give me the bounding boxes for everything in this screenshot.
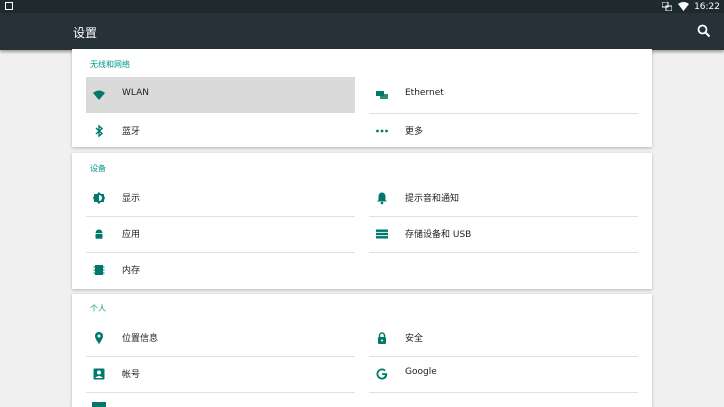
partial-item-icon: [92, 402, 106, 407]
setting-label: 内存: [122, 266, 141, 276]
setting-storage-usb[interactable]: 存储设备和 USB: [369, 216, 638, 252]
section-wireless-networks: 无线和网络 WLAN Ethernet 蓝牙 更多: [72, 49, 652, 147]
section-title: 个人: [90, 304, 106, 313]
google-icon: [375, 367, 389, 381]
setting-label: Google: [405, 367, 437, 377]
app-bar: 设置: [0, 13, 724, 50]
setting-wlan[interactable]: WLAN: [86, 77, 355, 113]
brightness-icon: [92, 191, 106, 205]
status-bar: 16:22: [0, 0, 724, 13]
notification-icon: [5, 2, 13, 10]
setting-ethernet[interactable]: Ethernet: [369, 77, 638, 113]
more-icon: [375, 124, 389, 138]
section-personal: 个人 位置信息 安全 帐号 Google: [72, 294, 652, 407]
page-title: 设置: [73, 26, 98, 40]
setting-bluetooth[interactable]: 蓝牙: [86, 113, 355, 149]
setting-google[interactable]: Google: [369, 356, 638, 392]
section-title: 无线和网络: [90, 60, 130, 69]
setting-label: 蓝牙: [122, 127, 141, 137]
ethernet-icon: [375, 88, 389, 102]
setting-more[interactable]: 更多: [369, 113, 638, 149]
setting-security[interactable]: 安全: [369, 320, 638, 356]
setting-memory[interactable]: 内存: [86, 252, 355, 288]
setting-label: 应用: [122, 230, 141, 240]
setting-label: WLAN: [122, 88, 150, 98]
setting-label: 帐号: [122, 370, 141, 380]
setting-label: 存储设备和 USB: [405, 230, 472, 240]
location-icon: [92, 331, 106, 345]
wifi-icon: [92, 88, 106, 102]
setting-label: 安全: [405, 334, 424, 344]
divider: [369, 392, 638, 393]
setting-accounts[interactable]: 帐号: [86, 356, 355, 392]
setting-label: 显示: [122, 194, 141, 204]
divider: [86, 392, 355, 393]
android-icon: [92, 227, 106, 241]
setting-label: 更多: [405, 127, 424, 137]
setting-display[interactable]: 显示: [86, 180, 355, 216]
setting-sound-notification[interactable]: 提示音和通知: [369, 180, 638, 216]
lock-icon: [375, 331, 389, 345]
setting-location[interactable]: 位置信息: [86, 320, 355, 356]
ethernet-status-icon: [662, 2, 673, 11]
divider: [369, 252, 638, 253]
bluetooth-icon: [92, 124, 106, 138]
setting-label: 提示音和通知: [405, 194, 460, 204]
bell-icon: [375, 191, 389, 205]
memory-icon: [92, 263, 106, 277]
wifi-status-icon: [678, 2, 690, 11]
setting-apps[interactable]: 应用: [86, 216, 355, 252]
search-button[interactable]: [696, 23, 712, 39]
section-title: 设备: [90, 164, 106, 173]
status-time: 16:22: [694, 1, 720, 12]
storage-icon: [375, 227, 389, 241]
section-device: 设备 显示 提示音和通知 应用 存储设备和 USB 内存: [72, 153, 652, 289]
setting-label: Ethernet: [405, 88, 444, 98]
setting-label: 位置信息: [122, 334, 159, 344]
search-icon: [697, 24, 711, 38]
account-icon: [92, 367, 106, 381]
